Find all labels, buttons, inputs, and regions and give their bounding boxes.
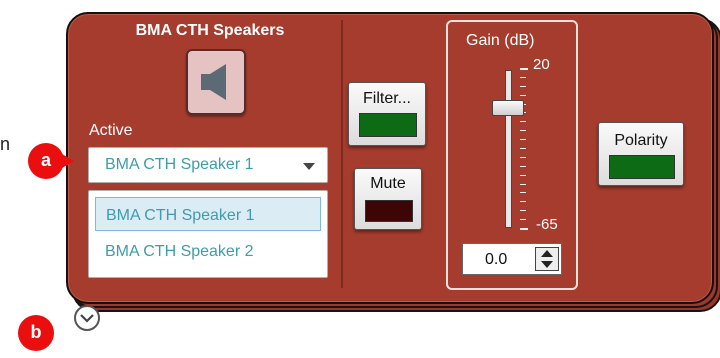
gain-tick [520,183,526,185]
dropdown-arrow-icon[interactable] [303,163,315,170]
gain-slider-track[interactable] [505,70,512,228]
gain-title: Gain (dB) [466,32,535,49]
polarity-indicator [609,155,675,179]
spin-down-icon[interactable] [541,261,553,268]
gain-tick [520,130,526,132]
gain-slider-thumb[interactable] [492,99,524,116]
mute-indicator [365,200,413,222]
speaker-select[interactable]: BMA CTH Speaker 1 [88,147,328,183]
expand-button[interactable] [74,305,100,331]
polarity-button[interactable]: Polarity [598,122,684,186]
gain-tick [520,192,526,194]
gain-tick [520,76,526,78]
filter-button[interactable]: Filter... [348,82,426,146]
gain-tick [520,148,526,149]
speaker-icon [201,64,226,100]
gain-tick [520,174,526,176]
mute-button[interactable]: Mute [354,168,422,230]
gain-tick [520,68,528,70]
truncated-edge-text: n [0,134,11,154]
gain-tick [520,121,526,123]
gain-tick [520,85,526,87]
gain-tick [520,219,526,221]
callout-badge-a: a [28,143,74,179]
gain-max-label: 20 [533,56,550,73]
gain-tick [520,139,526,141]
gain-min-label: -65 [536,216,558,233]
panel-divider [341,20,343,288]
gain-tick [520,94,526,96]
mute-button-label: Mute [370,175,406,192]
filter-indicator [359,113,417,137]
polarity-button-label: Polarity [614,132,668,149]
active-label: Active [89,122,133,139]
gain-tick [520,228,528,230]
gain-value: 0.0 [485,251,508,268]
speaker-select-value: BMA CTH Speaker 1 [105,156,254,173]
gain-tick [520,156,526,158]
dropdown-option-speaker-2[interactable]: BMA CTH Speaker 2 [95,234,321,268]
panel-title: BMA CTH Speakers [135,22,285,39]
gain-tick [520,201,526,203]
chevron-down-icon [80,314,94,323]
filter-button-label: Filter... [362,90,411,107]
speaker-button[interactable] [186,49,246,115]
gain-tick [520,165,526,167]
spin-up-icon[interactable] [541,250,553,257]
callout-badge-b: b [18,315,54,351]
gain-value-field[interactable]: 0.0 [462,243,562,275]
gain-spinner[interactable] [535,247,559,271]
speaker-dropdown-list: BMA CTH Speaker 1 BMA CTH Speaker 2 [88,190,328,278]
gain-tick [520,210,526,212]
gain-slider-ticks [520,68,530,230]
dropdown-option-speaker-1[interactable]: BMA CTH Speaker 1 [95,197,321,231]
